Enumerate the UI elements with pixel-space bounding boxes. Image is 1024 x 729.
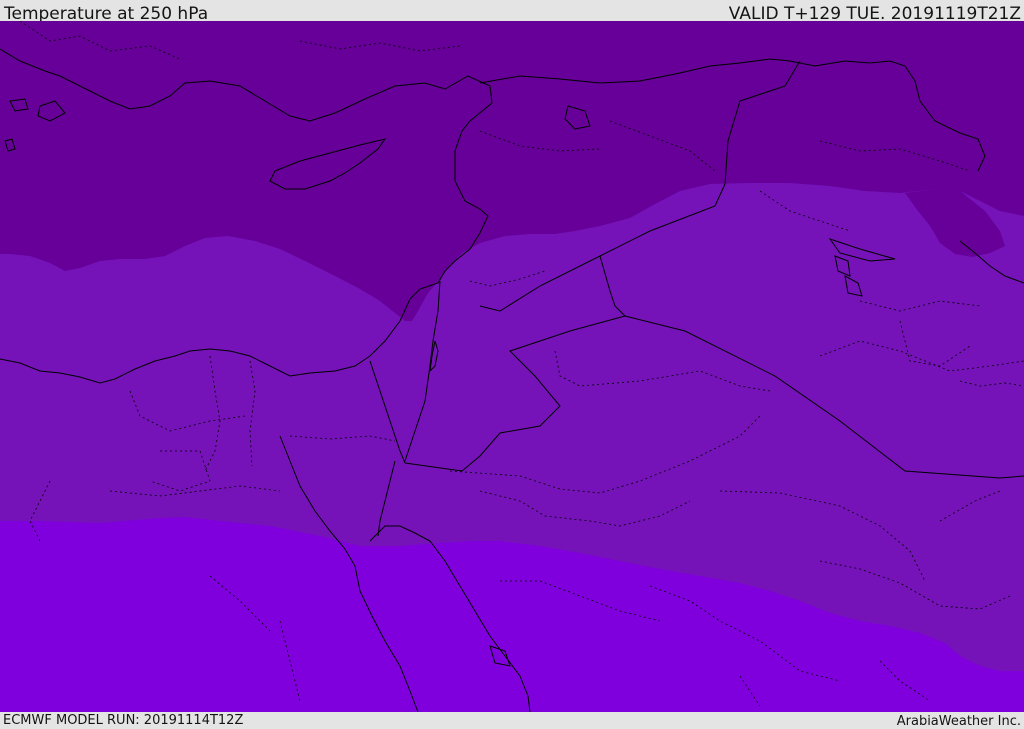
footer-bar: ECMWF MODEL RUN: 20191114T12Z ArabiaWeat… <box>0 712 1024 729</box>
map-figure: Temperature at 250 hPa VALID T+129 TUE. … <box>0 0 1024 729</box>
temperature-map <box>0 21 1024 712</box>
model-run: ECMWF MODEL RUN: 20191114T12Z <box>3 713 244 728</box>
credit: ArabiaWeather Inc. <box>896 714 1021 729</box>
header-bar: Temperature at 250 hPa VALID T+129 TUE. … <box>0 0 1024 24</box>
